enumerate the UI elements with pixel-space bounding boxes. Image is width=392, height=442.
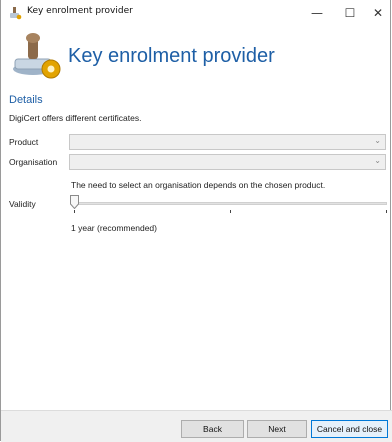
validity-label: Validity [9, 199, 36, 209]
slider-tick [386, 210, 387, 213]
cancel-and-close-button[interactable]: Cancel and close [311, 420, 388, 438]
certificate-app-icon [10, 7, 22, 20]
section-title: Details [9, 94, 43, 106]
slider-tick [230, 210, 231, 213]
chevron-down-icon: ⌄ [374, 136, 381, 145]
title-bar: Key enrolment provider — ☐ ✕ [1, 0, 392, 26]
window-title: Key enrolment provider [27, 6, 133, 16]
validity-slider-thumb[interactable] [70, 195, 79, 209]
certificate-stamp-gear-icon [13, 33, 61, 79]
minimize-button[interactable]: — [302, 0, 332, 26]
organisation-label: Organisation [9, 157, 58, 167]
product-select[interactable]: ⌄ [69, 134, 386, 150]
validity-slider-track[interactable] [71, 202, 387, 205]
description-text: DigiCert offers different certificates. [9, 113, 142, 123]
page-title: Key enrolment provider [68, 45, 275, 67]
validity-value: 1 year (recommended) [71, 223, 157, 233]
maximize-button[interactable]: ☐ [335, 0, 365, 26]
organisation-hint: The need to select an organisation depen… [71, 180, 326, 190]
wizard-footer: Back Next Cancel and close [1, 410, 392, 442]
slider-tick [74, 210, 75, 213]
product-label: Product [9, 137, 39, 147]
wizard-header: Key enrolment provider [1, 28, 392, 88]
organisation-select[interactable]: ⌄ [69, 154, 386, 170]
close-button[interactable]: ✕ [363, 0, 392, 26]
back-button[interactable]: Back [181, 420, 244, 438]
chevron-down-icon: ⌄ [374, 156, 381, 165]
next-button[interactable]: Next [247, 420, 307, 438]
wizard-window: Key enrolment provider — ☐ ✕ Key enrolme… [0, 0, 392, 442]
